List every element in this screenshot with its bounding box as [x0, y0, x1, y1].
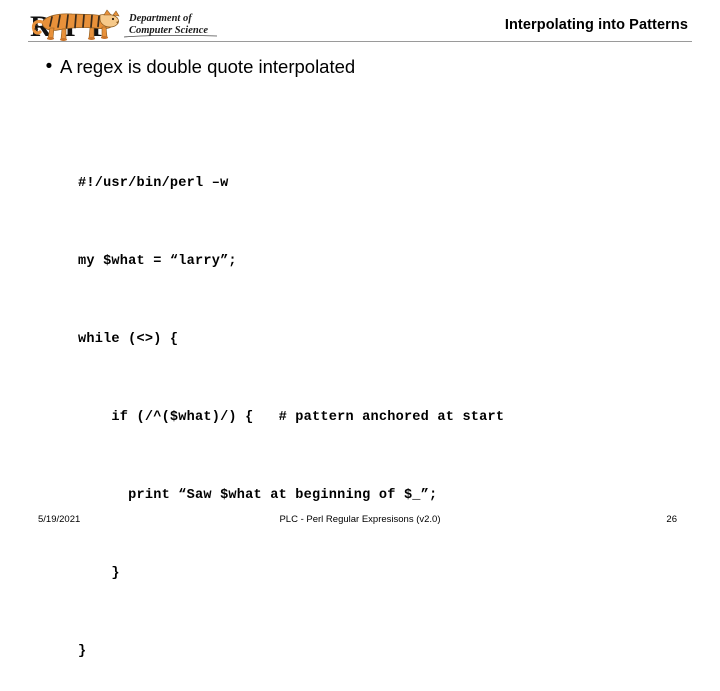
footer-subject: PLC - Perl Regular Expresisons (v2.0) — [279, 514, 441, 525]
header-divider — [28, 41, 692, 42]
slide-header: R I T — [0, 0, 720, 46]
slide-footer: 5/19/2021 PLC - Perl Regular Expresisons… — [0, 500, 720, 540]
department-line-2: Computer Science — [129, 25, 208, 36]
code-line: #!/usr/bin/perl –w — [78, 176, 229, 191]
rit-cs-logo: R I T — [28, 6, 218, 42]
rit-logo-graphic: R I T — [30, 9, 218, 42]
bullet-item: • A regex is double quote interpolated — [38, 54, 678, 80]
footer-page-number: 26 — [666, 514, 677, 525]
code-line: if (/^($what)/) { # pattern anchored at … — [78, 410, 505, 425]
code-line: my $what = “larry”; — [78, 254, 237, 269]
department-line-1: Department of — [128, 13, 193, 24]
code-line: while (<>) { — [78, 332, 179, 347]
perl-code-block: #!/usr/bin/perl –w my $what = “larry”; w… — [78, 119, 504, 691]
code-line: } — [78, 644, 87, 659]
bullet-marker-icon: • — [45, 56, 53, 77]
bullet-item-label: A regex is double quote interpolated — [60, 56, 356, 77]
code-line: } — [78, 566, 120, 581]
department-text: Department of Computer Science — [128, 13, 208, 36]
page-title: Interpolating into Patterns — [504, 17, 688, 33]
